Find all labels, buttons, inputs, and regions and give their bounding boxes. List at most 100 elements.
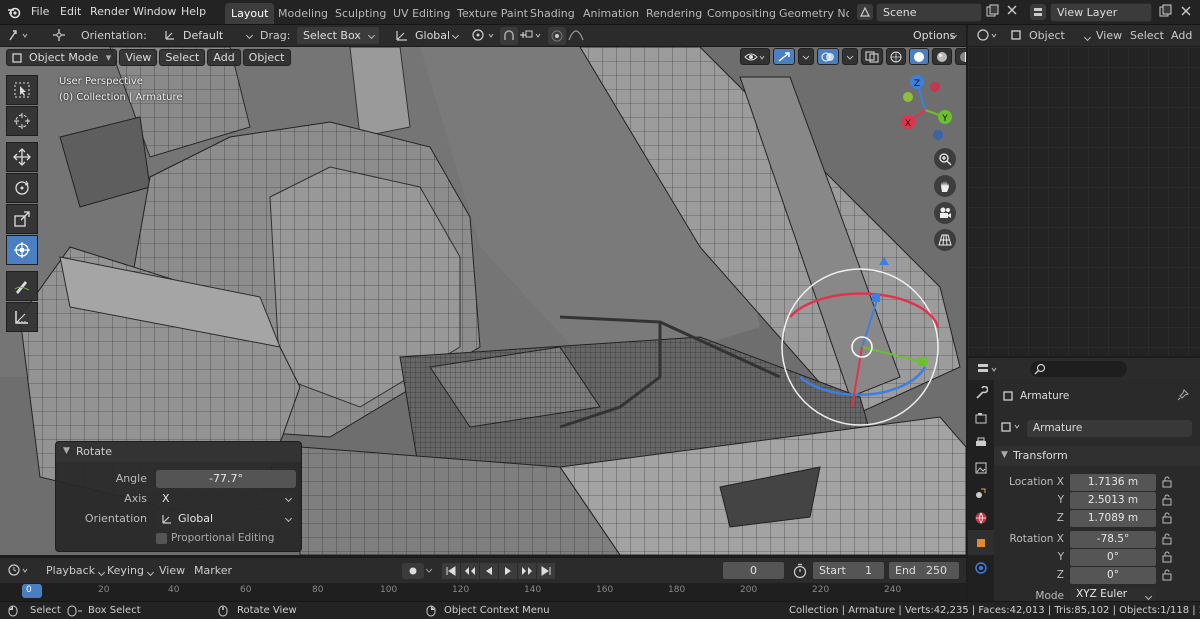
playback-menu[interactable]: Playback [46, 564, 109, 577]
menu-file[interactable]: File [31, 5, 49, 18]
outliner-menu-select[interactable]: Select [1130, 29, 1164, 42]
proportional-checkbox[interactable] [156, 533, 167, 544]
visibility-eye-icon[interactable] [740, 48, 770, 65]
viewport-menu-view[interactable]: View [119, 49, 158, 66]
outliner-menu-add[interactable]: Add [1171, 29, 1192, 42]
properties-editor-icon[interactable] [977, 362, 999, 376]
timeline-editor-icon[interactable] [8, 563, 30, 577]
xray-icon[interactable] [861, 48, 883, 65]
menu-window[interactable]: Window [133, 5, 176, 18]
rotate-tool[interactable] [6, 173, 38, 203]
camera-view-button[interactable] [934, 202, 956, 224]
tab-object[interactable] [968, 530, 994, 555]
zoom-button[interactable] [934, 148, 956, 170]
delete-scene-icon[interactable] [1006, 4, 1018, 16]
overlays-icon[interactable] [817, 48, 839, 65]
prev-keyframe-icon[interactable] [461, 563, 479, 579]
location-y-field[interactable]: 2.5013 m [1070, 492, 1156, 509]
jump-end-icon[interactable] [537, 563, 555, 579]
lock-icon[interactable] [1162, 569, 1172, 581]
outliner-menu-view[interactable]: View [1096, 29, 1122, 42]
transform-pivot-icon[interactable] [52, 28, 66, 42]
3d-viewport[interactable]: Object Mode ▾ View Select Add Object Use… [0, 47, 966, 555]
viewport-menu-select[interactable]: Select [159, 49, 206, 66]
pan-button[interactable] [934, 175, 956, 197]
tab-texture-paint[interactable]: Texture Paint [451, 3, 534, 24]
record-button[interactable] [402, 563, 424, 579]
lock-icon[interactable] [1162, 533, 1172, 545]
snap-target-icon[interactable] [518, 28, 546, 42]
end-frame-field[interactable]: End 250 [888, 561, 960, 580]
angle-field[interactable]: -77.7° [156, 470, 296, 488]
tab-modeling[interactable]: Modeling [272, 3, 334, 24]
timeline-view-menu[interactable]: View [159, 564, 185, 577]
tab-layout[interactable]: Layout [225, 3, 275, 24]
operator-panel-header[interactable]: ▼ Rotate [56, 442, 301, 462]
tab-scene[interactable] [968, 480, 994, 505]
object-mode-dropdown[interactable]: Object Mode ▾ [6, 49, 118, 66]
gizmo-toggle-icon[interactable] [773, 48, 795, 65]
overlays-dropdown-icon[interactable] [842, 48, 858, 65]
keying-menu[interactable]: Keying [107, 564, 158, 577]
tab-sculpting[interactable]: Sculpting [329, 3, 392, 24]
transform-orientation-dropdown[interactable]: Global [408, 26, 464, 45]
pivot-point-icon[interactable] [471, 28, 499, 42]
view-layer-field[interactable]: View Layer [1050, 3, 1152, 22]
tab-view-layer[interactable] [968, 455, 994, 480]
location-x-field[interactable]: 1.7136 m [1070, 474, 1156, 491]
tab-compositing[interactable]: Compositing [701, 3, 782, 24]
axis-dropdown[interactable]: X [156, 490, 296, 508]
menu-render[interactable]: Render [90, 5, 129, 18]
rotation-z-field[interactable]: 0° [1070, 567, 1156, 584]
scene-name-field[interactable]: Scene [876, 3, 982, 22]
tab-output[interactable] [968, 430, 994, 455]
lock-icon[interactable] [1162, 476, 1172, 488]
options-dropdown[interactable]: Options [906, 26, 962, 45]
tab-tool[interactable] [968, 380, 994, 405]
lock-icon[interactable] [1162, 551, 1172, 563]
current-frame-field[interactable]: 0 [722, 561, 785, 580]
navigation-gizmo[interactable]: Y Z X [890, 75, 960, 145]
tab-physics[interactable] [968, 555, 994, 580]
new-view-layer-icon[interactable] [1158, 4, 1172, 18]
blender-logo-icon[interactable] [7, 5, 21, 19]
play-icon[interactable] [499, 563, 517, 579]
menu-help[interactable]: Help [181, 5, 206, 18]
next-keyframe-icon[interactable] [518, 563, 536, 579]
object-datablock-icon[interactable] [1001, 421, 1025, 433]
measure-tool[interactable] [6, 302, 38, 332]
outliner-editor-icon[interactable] [977, 28, 999, 42]
start-frame-field[interactable]: Start 1 [812, 561, 885, 580]
view-layer-icon[interactable] [1030, 4, 1046, 20]
tab-world[interactable] [968, 505, 994, 530]
marker-menu[interactable]: Marker [194, 564, 232, 577]
viewport-menu-add[interactable]: Add [207, 49, 241, 66]
pin-icon[interactable] [1177, 389, 1189, 401]
select-box-tool[interactable] [6, 75, 38, 105]
timeline-ruler[interactable]: 0 20 40 60 80 100 120 140 160 180 200 22… [0, 583, 966, 601]
object-name-field[interactable]: Armature [1027, 420, 1192, 437]
ortho-toggle-button[interactable] [934, 229, 956, 251]
tab-uv-editing[interactable]: UV Editing [387, 3, 456, 24]
tab-geometry-nodes[interactable]: Geometry Nod [773, 3, 849, 24]
viewport-menu-object[interactable]: Object [242, 49, 291, 66]
shading-solid-icon[interactable] [909, 48, 929, 65]
stopwatch-icon[interactable] [792, 563, 808, 579]
new-scene-icon[interactable] [985, 4, 999, 18]
transform-section-header[interactable]: ▼ Transform [994, 446, 1200, 466]
cursor-tool[interactable] [6, 106, 38, 136]
snap-icon[interactable] [500, 27, 518, 45]
scale-tool[interactable] [6, 204, 38, 234]
tab-rendering[interactable]: Rendering [640, 3, 708, 24]
gizmo-dropdown-icon[interactable] [798, 48, 814, 65]
scene-icon[interactable] [857, 4, 873, 20]
move-tool[interactable] [6, 142, 38, 172]
lock-icon[interactable] [1162, 494, 1172, 506]
tab-animation[interactable]: Animation [577, 3, 645, 24]
operator-orientation-dropdown[interactable]: Global [156, 510, 296, 528]
annotate-tool[interactable] [6, 271, 38, 301]
jump-start-icon[interactable] [442, 563, 460, 579]
lock-icon[interactable] [1162, 512, 1172, 524]
rotation-y-field[interactable]: 0° [1070, 549, 1156, 566]
rotation-mode-dropdown[interactable]: XYZ Euler [1070, 588, 1156, 601]
